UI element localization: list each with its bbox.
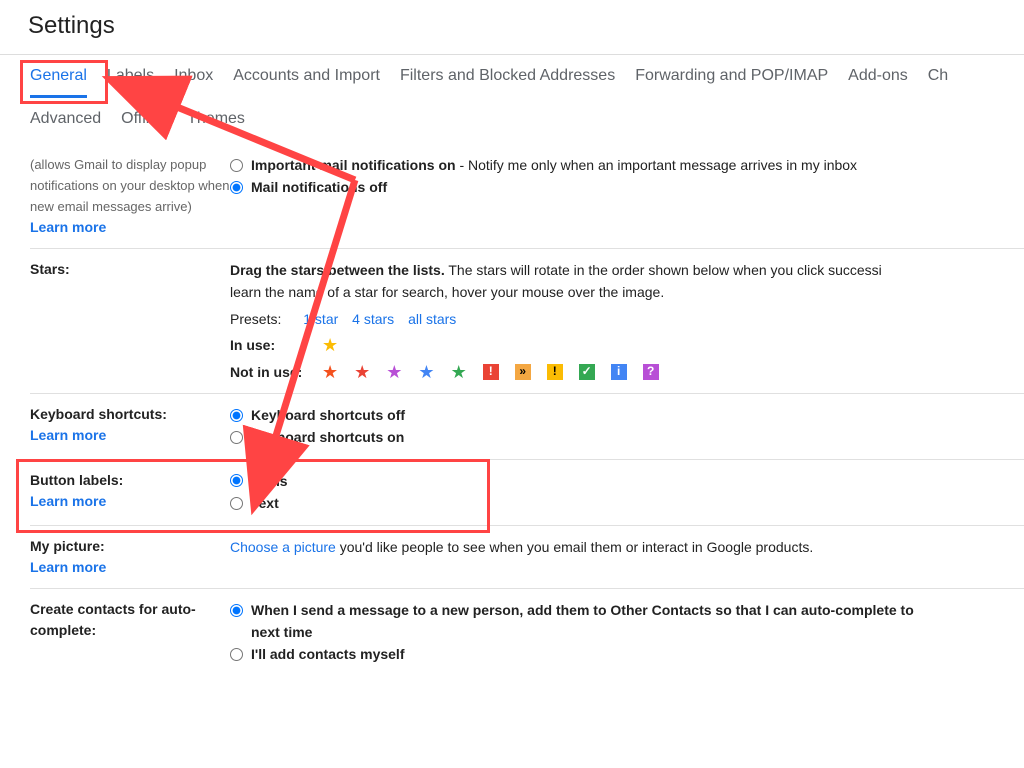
mypicture-learn-more[interactable]: Learn more bbox=[30, 559, 106, 575]
contacts-opt2: I'll add contacts myself bbox=[251, 643, 405, 665]
section-stars: Stars: Drag the stars between the lists.… bbox=[30, 249, 1024, 394]
radio-mail-off[interactable] bbox=[230, 181, 243, 194]
stars-drag-bold: Drag the stars between the lists. bbox=[230, 262, 445, 278]
buttonlabels-learn-more[interactable]: Learn more bbox=[30, 493, 106, 509]
section-create-contacts: Create contacts for auto-complete: When … bbox=[30, 589, 1024, 676]
notif-important-on-desc: - Notify me only when an important messa… bbox=[456, 157, 858, 173]
buttonlabels-icons: Icons bbox=[251, 470, 288, 492]
preset-allstars[interactable]: all stars bbox=[408, 311, 456, 327]
tabs-row-2: Advanced Offline Themes bbox=[0, 98, 1024, 138]
tab-advanced[interactable]: Advanced bbox=[30, 98, 101, 138]
star-purple-icon[interactable]: ★ bbox=[386, 363, 402, 381]
radio-text[interactable] bbox=[230, 497, 243, 510]
keyboard-on-label: Keyboard shortcuts on bbox=[251, 426, 404, 448]
buttonlabels-label: Button labels: bbox=[30, 472, 123, 488]
notifications-learn-more[interactable]: Learn more bbox=[30, 219, 106, 235]
tab-inbox[interactable]: Inbox bbox=[174, 55, 213, 98]
radio-contacts-auto[interactable] bbox=[230, 604, 243, 617]
tab-addons[interactable]: Add-ons bbox=[848, 55, 908, 98]
radio-contacts-manual[interactable] bbox=[230, 648, 243, 661]
tab-accounts-import[interactable]: Accounts and Import bbox=[233, 55, 380, 98]
radio-important-on[interactable] bbox=[230, 159, 243, 172]
section-keyboard-shortcuts: Keyboard shortcuts: Learn more Keyboard … bbox=[30, 394, 1024, 460]
notif-important-on-label: Important mail notifications on bbox=[251, 157, 456, 173]
tab-themes[interactable]: Themes bbox=[187, 98, 245, 138]
star-green-icon[interactable]: ★ bbox=[451, 363, 467, 381]
star-red-icon[interactable]: ★ bbox=[354, 363, 370, 381]
preset-4stars[interactable]: 4 stars bbox=[352, 311, 394, 327]
contacts-opt1-line2: next time bbox=[251, 624, 312, 640]
keyboard-label: Keyboard shortcuts: bbox=[30, 406, 167, 422]
mypicture-label: My picture: bbox=[30, 538, 105, 554]
choose-picture-link[interactable]: Choose a picture bbox=[230, 539, 336, 555]
mypicture-desc: you'd like people to see when you email … bbox=[336, 539, 813, 555]
contacts-opt1-line1: When I send a message to a new person, a… bbox=[251, 602, 914, 618]
section-my-picture: My picture: Learn more Choose a picture … bbox=[30, 526, 1024, 589]
keyboard-learn-more[interactable]: Learn more bbox=[30, 427, 106, 443]
square-green-check-icon[interactable]: ✓ bbox=[579, 364, 595, 380]
star-blue-icon[interactable]: ★ bbox=[418, 363, 434, 381]
radio-icons[interactable] bbox=[230, 474, 243, 487]
square-purple-question-icon[interactable]: ? bbox=[643, 364, 659, 380]
stars-presets-label: Presets: bbox=[230, 311, 281, 327]
section-notifications: (allows Gmail to display popup notificat… bbox=[30, 144, 1024, 249]
stars-notinuse-label: Not in use: bbox=[230, 361, 310, 383]
tab-general[interactable]: General bbox=[30, 55, 87, 98]
square-orange-arrow-icon[interactable]: » bbox=[515, 364, 531, 380]
tab-offline[interactable]: Offline bbox=[121, 98, 167, 138]
stars-drag-line2: learn the name of a star for search, hov… bbox=[230, 281, 1024, 303]
contacts-label: Create contacts for auto-complete: bbox=[30, 601, 196, 638]
preset-1star[interactable]: 1 star bbox=[303, 311, 338, 327]
notifications-desc: (allows Gmail to display popup notificat… bbox=[30, 157, 229, 214]
square-red-exclaim-icon[interactable]: ! bbox=[483, 364, 499, 380]
tabs-row-1: General Labels Inbox Accounts and Import… bbox=[0, 54, 1024, 98]
stars-label: Stars: bbox=[30, 259, 230, 280]
square-blue-info-icon[interactable]: i bbox=[611, 364, 627, 380]
tab-forwarding[interactable]: Forwarding and POP/IMAP bbox=[635, 55, 828, 98]
tab-more[interactable]: Ch bbox=[928, 55, 948, 98]
keyboard-off-label: Keyboard shortcuts off bbox=[251, 404, 405, 426]
page-title: Settings bbox=[0, 0, 1024, 54]
star-yellow-icon[interactable]: ★ bbox=[322, 336, 338, 354]
square-yellow-exclaim-icon[interactable]: ! bbox=[547, 364, 563, 380]
radio-keyboard-on[interactable] bbox=[230, 431, 243, 444]
stars-drag-rest: The stars will rotate in the order shown… bbox=[445, 262, 882, 278]
buttonlabels-text: Text bbox=[251, 492, 279, 514]
star-orange-icon[interactable]: ★ bbox=[322, 363, 338, 381]
stars-inuse-label: In use: bbox=[230, 334, 310, 356]
section-button-labels: Button labels: Learn more Icons Text bbox=[30, 460, 1024, 526]
notif-mail-off-label: Mail notifications off bbox=[251, 176, 387, 198]
radio-keyboard-off[interactable] bbox=[230, 409, 243, 422]
tab-filters-blocked[interactable]: Filters and Blocked Addresses bbox=[400, 55, 615, 98]
tab-labels[interactable]: Labels bbox=[107, 55, 154, 98]
